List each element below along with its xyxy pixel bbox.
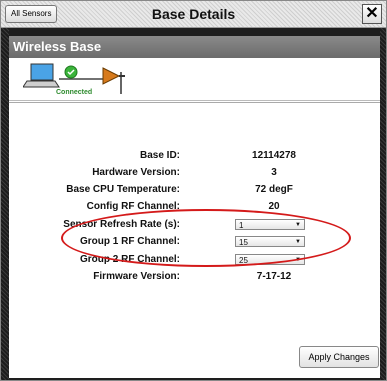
- config-rf-row: Config RF Channel: 20: [9, 201, 380, 217]
- window-title: Base Details: [151, 6, 236, 22]
- chevron-down-icon: ▼: [295, 257, 301, 263]
- chevron-down-icon: ▼: [295, 239, 301, 245]
- apply-changes-button[interactable]: Apply Changes: [299, 346, 379, 368]
- connection-status-text: Connected: [56, 89, 93, 96]
- group1-label: Group 1 RF Channel:: [80, 236, 180, 247]
- connected-check-icon: [64, 65, 78, 79]
- border-texture: [1, 28, 9, 380]
- group1-row: Group 1 RF Channel: 15 ▼: [9, 236, 380, 252]
- base-id-row: Base ID: 12114278: [9, 150, 380, 166]
- refresh-rate-value: 1: [239, 221, 244, 230]
- base-details-window: All Sensors Base Details ✕ Wireless Base: [0, 0, 387, 381]
- refresh-rate-select[interactable]: 1 ▼: [235, 219, 305, 230]
- cpu-temp-label: Base CPU Temperature:: [66, 184, 180, 195]
- title-bar: All Sensors Base Details ✕: [1, 1, 386, 28]
- border-texture: [380, 28, 386, 380]
- config-rf-label: Config RF Channel:: [86, 201, 180, 212]
- group2-channel-value: 25: [239, 256, 248, 265]
- config-rf-value: 20: [268, 201, 280, 212]
- group2-label: Group 2 RF Channel:: [80, 254, 180, 265]
- chevron-down-icon: ▼: [295, 222, 301, 228]
- connection-status: Connected: [9, 58, 380, 101]
- laptop-icon: [23, 63, 60, 88]
- details-panel: Connected Base ID: 12114278 Hardware Ver…: [9, 58, 380, 378]
- hardware-label: Hardware Version:: [92, 167, 180, 178]
- base-id-label: Base ID:: [139, 150, 180, 161]
- firmware-value: 7-17-12: [256, 271, 292, 282]
- firmware-row: Firmware Version: 7-17-12: [9, 271, 380, 287]
- firmware-label: Firmware Version:: [93, 271, 180, 282]
- cpu-temp-row: Base CPU Temperature: 72 degF: [9, 184, 380, 200]
- group2-channel-select[interactable]: 25 ▼: [235, 254, 305, 265]
- base-id-value: 12114278: [252, 150, 296, 161]
- group1-channel-value: 15: [239, 238, 248, 247]
- hardware-row: Hardware Version: 3: [9, 167, 380, 183]
- hardware-value: 3: [271, 167, 277, 178]
- group1-channel-select[interactable]: 15 ▼: [235, 236, 305, 247]
- section-header: Wireless Base: [9, 36, 380, 58]
- close-icon[interactable]: ✕: [362, 4, 382, 24]
- dialog-body: Wireless Base Connected Base ID: 1211427…: [1, 28, 386, 380]
- refresh-label: Sensor Refresh Rate (s):: [63, 219, 180, 230]
- divider: [9, 102, 380, 103]
- group2-row: Group 2 RF Channel: 25 ▼: [9, 254, 380, 270]
- cpu-temp-value: 72 degF: [255, 184, 293, 195]
- wireless-base-icon: [102, 67, 125, 94]
- refresh-row: Sensor Refresh Rate (s): 1 ▼: [9, 219, 380, 235]
